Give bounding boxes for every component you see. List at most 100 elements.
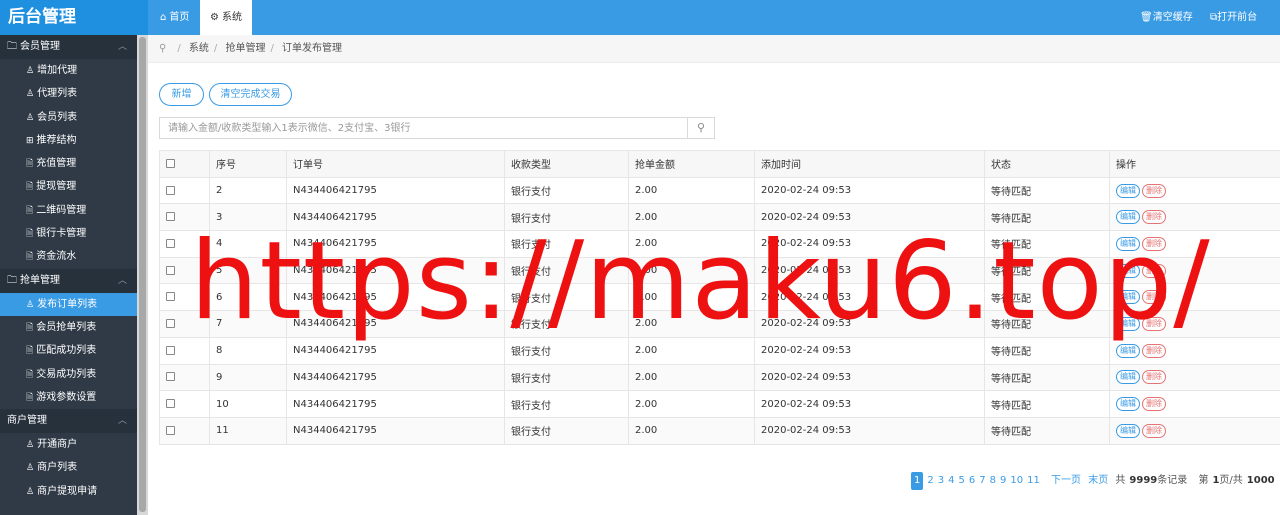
page-number-link[interactable]: 6 [969, 472, 975, 490]
delete-button[interactable]: 删除 [1142, 423, 1166, 438]
user-icon: ♙ [26, 89, 35, 100]
open-front-label: 打开前台 [1217, 12, 1258, 23]
row-checkbox[interactable] [166, 265, 175, 275]
sidebar-item-merchant-withdraw[interactable]: ♙ 商户提现申请 [0, 480, 137, 503]
tab-system-label: 系统 [221, 12, 242, 23]
sidebar-group-label: 会员管理 [20, 41, 60, 52]
row-checkbox[interactable] [166, 345, 175, 355]
sidebar-item-label: 二维码管理 [36, 204, 87, 216]
row-checkbox[interactable] [166, 185, 175, 195]
sidebar-group-members[interactable]: 🗀 会员管理 ︿ [0, 35, 137, 59]
edit-button[interactable]: 编辑 [1116, 370, 1140, 385]
sidebar-item-merchant-list[interactable]: ♙ 商户列表 [0, 456, 137, 479]
sidebar-item-game-params[interactable]: 🗎 游戏参数设置 [0, 386, 137, 409]
row-checkbox[interactable] [166, 399, 175, 409]
page-number-link[interactable]: 5 [959, 472, 965, 490]
gear-icon: ⚙ [210, 12, 219, 23]
delete-button[interactable]: 删除 [1142, 370, 1166, 385]
table-cell: 银行支付 [504, 363, 629, 392]
select-all-checkbox[interactable] [166, 158, 175, 168]
sidebar-item-withdraw[interactable]: 🗎 提现管理 [0, 175, 137, 198]
sidebar-item-label: 匹配成功列表 [36, 345, 97, 357]
page-number-link[interactable]: 1 [911, 472, 924, 490]
table-row: 10 N434406421795 银行支付 2.00 2020-02-24 09:53 等… [159, 390, 1280, 418]
column-header: 序号 [209, 150, 287, 178]
row-select-cell [159, 363, 210, 392]
table-cell: 银行支付 [504, 416, 629, 445]
sidebar-item-label: 交易成功列表 [36, 368, 97, 380]
edit-button[interactable]: 编辑 [1116, 423, 1140, 438]
row-checkbox[interactable] [166, 292, 175, 302]
column-header: 操作 [1109, 150, 1280, 178]
tab-home[interactable]: ⌂ 首页 [150, 0, 199, 35]
sidebar-item-qrcode[interactable]: 🗎 二维码管理 [0, 199, 137, 222]
search-button[interactable]: ⚲ [687, 117, 715, 139]
sidebar-item-agent-list[interactable]: ♙ 代理列表 [0, 82, 137, 105]
edit-button[interactable]: 编辑 [1116, 343, 1140, 358]
clear-completed-button[interactable]: 清空完成交易 [209, 83, 292, 106]
user-icon: ♙ [26, 440, 35, 451]
file-icon: 🗎 [26, 252, 34, 263]
file-icon: 🗎 [26, 392, 34, 403]
next-page-link[interactable]: 下一页 [1051, 472, 1081, 490]
page-number-link[interactable]: 9 [1000, 472, 1006, 490]
row-checkbox[interactable] [166, 238, 175, 248]
sidebar-item-recharge[interactable]: 🗎 充值管理 [0, 152, 137, 175]
breadcrumb-item[interactable]: 系统 [189, 43, 209, 54]
table-cell: 2020-02-24 09:53 [754, 176, 985, 205]
delete-button[interactable]: 删除 [1142, 343, 1166, 358]
sidebar-group-label: 抢单管理 [20, 274, 60, 286]
page-number-link[interactable]: 10 [1010, 472, 1023, 490]
sidebar-group-merchants[interactable]: 商户管理 ︿ [0, 409, 137, 434]
add-button[interactable]: 新增 [159, 83, 204, 106]
page-number-link[interactable]: 11 [1027, 472, 1040, 490]
row-select-cell [159, 416, 210, 445]
row-checkbox[interactable] [166, 318, 175, 328]
sidebar-item-add-agent[interactable]: ♙ 增加代理 [0, 59, 137, 82]
sidebar-item-referral-tree[interactable]: ⊞ 推荐结构 [0, 129, 137, 152]
edit-button[interactable]: 编辑 [1116, 397, 1140, 412]
sidebar-item-bankcard[interactable]: 🗎 银行卡管理 [0, 222, 137, 245]
sidebar-item-publish-orders[interactable]: ♙ 发布订单列表 [0, 292, 137, 316]
table-cell: 2.00 [628, 416, 755, 445]
sidebar-item-label: 游戏参数设置 [36, 391, 97, 403]
clear-cache-link[interactable]: 🗑清空缓存 [1140, 0, 1193, 35]
table-header-row: 序号 订单号 收款类型 抢单金额 添加时间 状态 操作 [159, 150, 1280, 178]
sidebar-group-orders[interactable]: 🗀 抢单管理 ︿ [0, 268, 137, 293]
sidebar-item-member-grabs[interactable]: 🗎 会员抢单列表 [0, 316, 137, 339]
sidebar-item-cashflow[interactable]: 🗎 资金流水 [0, 245, 137, 268]
user-icon: ♙ [26, 66, 35, 76]
table-cell: N434406421795 [286, 176, 505, 205]
tab-system[interactable]: ⚙ 系统 [200, 0, 252, 35]
page-number-link[interactable]: 4 [948, 472, 954, 490]
page-number-link[interactable]: 2 [927, 472, 933, 490]
row-checkbox[interactable] [166, 212, 175, 222]
sidebar-item-match-success[interactable]: 🗎 匹配成功列表 [0, 339, 137, 362]
user-icon: ♙ [26, 112, 35, 123]
column-header: 收款类型 [504, 150, 629, 178]
open-front-link[interactable]: ⧉打开前台 [1210, 0, 1257, 35]
sidebar-item-label: 代理列表 [37, 88, 78, 100]
file-icon: 🗎 [26, 322, 34, 333]
edit-button[interactable]: 编辑 [1116, 183, 1140, 198]
sidebar-item-open-merchant[interactable]: ♙ 开通商户 [0, 433, 137, 456]
row-checkbox[interactable] [166, 372, 175, 382]
table-cell: 2.00 [628, 390, 755, 418]
delete-button[interactable]: 删除 [1142, 397, 1166, 412]
row-checkbox[interactable] [166, 425, 175, 435]
breadcrumb-item[interactable]: 抢单管理 [225, 43, 265, 54]
sidebar-item-label: 商户列表 [37, 462, 78, 474]
sidebar-item-label: 推荐结构 [36, 134, 77, 146]
page-number-link[interactable]: 7 [979, 472, 985, 490]
scrollbar-thumb[interactable] [139, 37, 146, 512]
search-input[interactable] [159, 117, 688, 139]
last-page-link[interactable]: 末页 [1088, 472, 1108, 490]
sidebar-scrollbar[interactable] [137, 35, 148, 515]
sidebar-item-member-list[interactable]: ♙ 会员列表 [0, 106, 137, 129]
page-number-link[interactable]: 3 [938, 472, 944, 490]
delete-button[interactable]: 删除 [1142, 183, 1166, 198]
page-number-link[interactable]: 8 [990, 472, 996, 490]
clear-cache-label: 清空缓存 [1152, 12, 1193, 23]
sidebar-item-trade-success[interactable]: 🗎 交易成功列表 [0, 363, 137, 386]
file-icon: 🗎 [26, 205, 34, 216]
